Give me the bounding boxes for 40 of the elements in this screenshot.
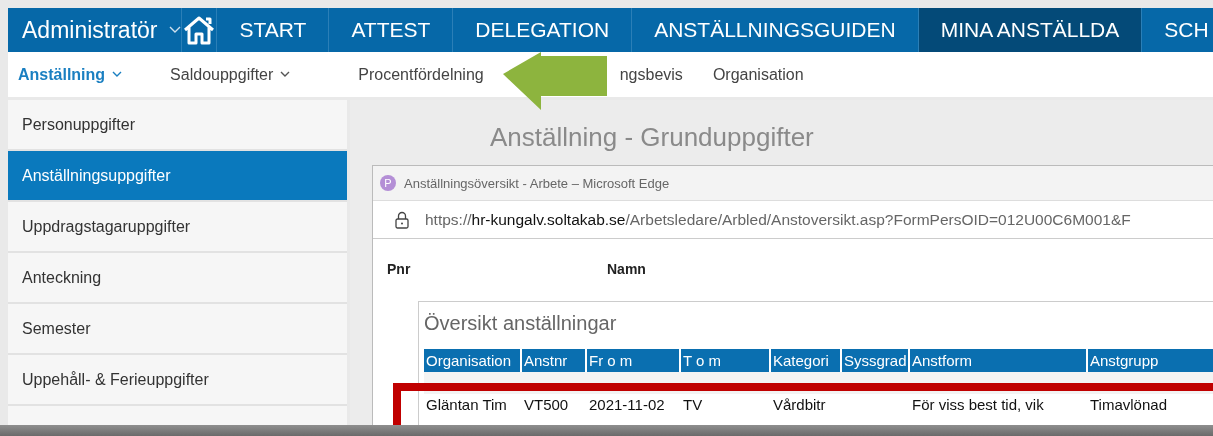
column-header: Syssgrad [842,349,910,372]
sidebar-item[interactable]: Uppehåll- & Ferieuppgifter [8,355,347,406]
sidebar-item[interactable]: Personuppgifter [8,100,347,151]
chevron-down-icon [280,71,291,78]
table-cell-text: För viss best tid, vik [911,395,1045,415]
column-header: Anstnr [522,349,587,372]
column-header: Kategori [771,349,842,372]
column-header: Anstgrupp [1088,349,1213,372]
table-cell-text: 2021-11-02 [588,395,666,415]
sub-nav-tab[interactable]: Organisation [712,65,804,84]
sub-nav-tab[interactable]: Anställning [18,65,123,84]
table-cell-text: Timavlönad [1089,395,1168,415]
sub-nav-tab[interactable]: ngsbevis [619,65,683,84]
window-title: Anställningsöversikt - Arbete – Microsoft Edge [404,175,670,191]
column-header: Organisation [424,349,522,372]
sidebar-item[interactable]: Anteckning [8,253,347,304]
table-cell-text: Vårdbitr [772,395,827,415]
home-button[interactable] [182,8,218,52]
panel-title: Översikt anställningar [424,312,618,335]
column-header: Fr o m [587,349,681,372]
table-cell-text: TV [682,395,704,415]
top-nav-tab[interactable]: MINA ANSTÄLLDA [918,8,1143,52]
lock-icon [395,210,409,229]
sidebar-item[interactable]: Uppdragstagaruppgifter [8,202,347,253]
sidebar-item[interactable]: Semester [8,304,347,355]
table-cell-text: Gläntan Tim [425,395,508,415]
sidebar-item[interactable]: Anställningsuppgifter [8,151,347,202]
field-label: Pnr [387,261,411,277]
page-title: Anställning - Grunduppgifter [490,122,815,153]
column-header: T o m [681,349,771,372]
sub-nav-tab[interactable]: Saldouppgifter [170,65,291,84]
url-text: https://hr-kungalv.soltakab.se/Arbetsledare/Arbled/Anstoversikt.asp?FormPersOID=012U00C6M001&F [425,210,1131,229]
chevron-down-icon [169,26,182,34]
home-icon [182,15,217,45]
field-label: Namn [607,261,646,277]
sub-nav-tab[interactable]: Procentfördelning [358,65,484,84]
address-bar[interactable]: https://hr-kungalv.soltakab.se/Arbetsledare/Arbled/Anstoversikt.asp?FormPersOID=012U00C6M001&F [373,201,1213,239]
table-cell-text: VT500 [523,395,570,415]
column-header: Anstform [910,349,1088,372]
chevron-down-icon [112,71,123,78]
